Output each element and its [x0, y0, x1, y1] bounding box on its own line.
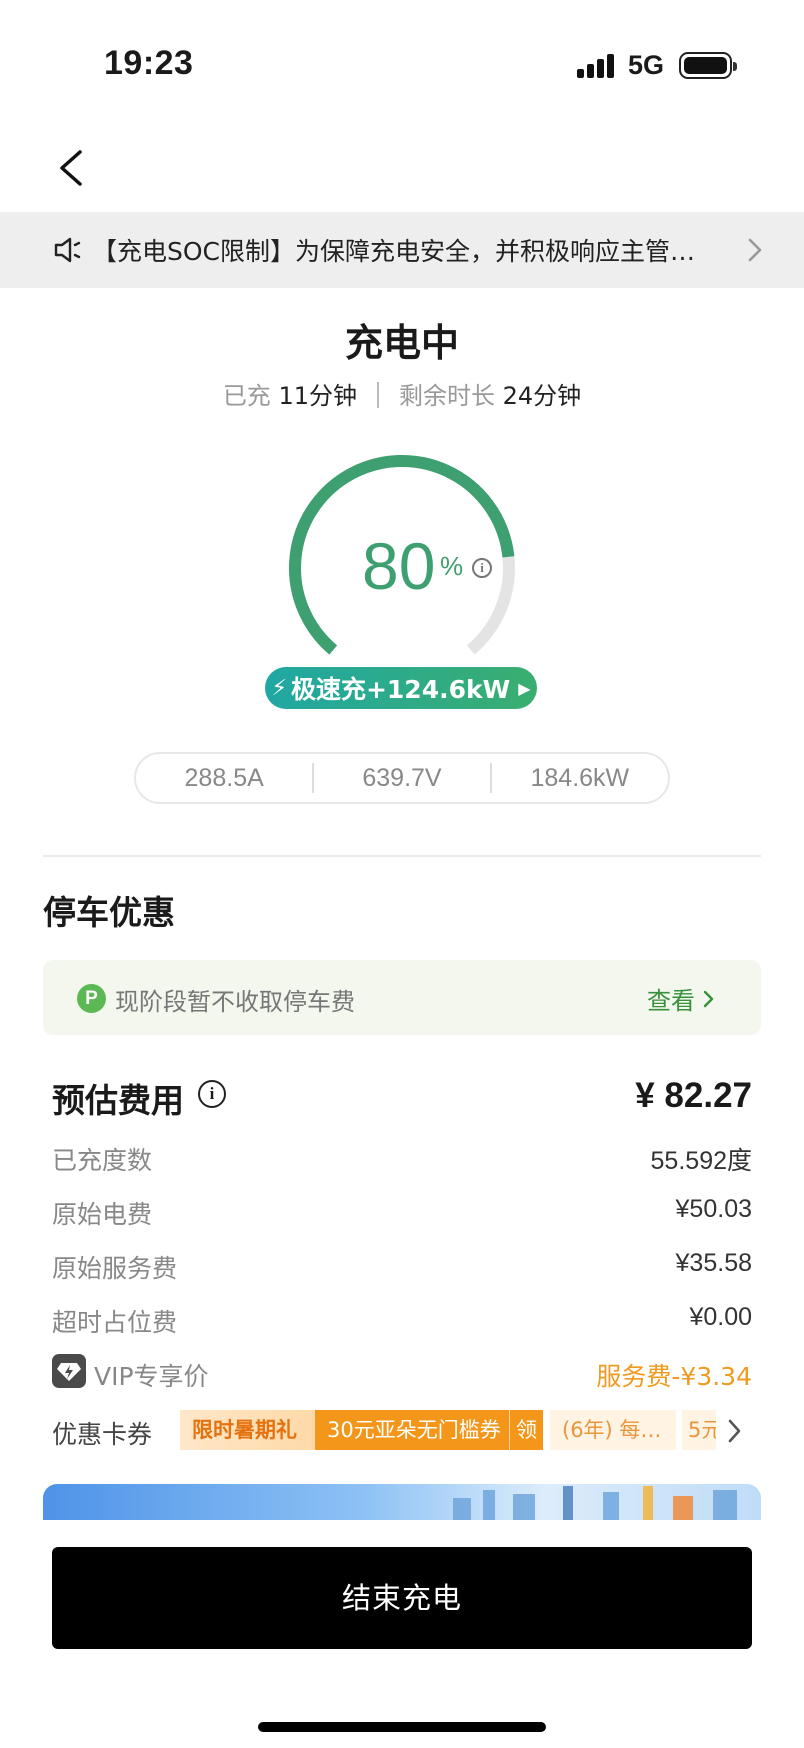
fee-label: 原始服务费 [52, 1254, 178, 1283]
notice-text: 【充电SOC限制】为保障充电安全，并积极响应主管… [92, 237, 696, 266]
fee-value: ¥35.58 [675, 1249, 752, 1277]
coupon-strip[interactable]: 限时暑期礼 30元亚朵无门槛券 领 (6年) 每… 5元 [180, 1410, 716, 1450]
chevron-right-icon [748, 238, 762, 262]
chevron-right-icon [703, 990, 714, 1008]
vip-value: 服务费-¥3.34 [596, 1362, 752, 1391]
fee-row: 原始服务费 ¥35.58 [52, 1249, 752, 1289]
fee-total: ¥ 82.27 [635, 1076, 752, 1115]
fee-label: 原始电费 [52, 1200, 153, 1229]
back-button[interactable] [50, 140, 94, 196]
parking-info-box: P 现阶段暂不收取停车费 查看 [43, 960, 761, 1035]
fee-row: 超时占位费 ¥0.00 [52, 1303, 752, 1343]
home-indicator [258, 1722, 546, 1732]
bolt-icon: ⚡ [271, 675, 287, 701]
claim-coupon-button[interactable]: 领 [509, 1410, 543, 1450]
parking-message: 现阶段暂不收取停车费 [115, 988, 355, 1016]
remaining-value: 24分钟 [502, 382, 582, 410]
info-icon[interactable]: i [472, 558, 492, 578]
promo-banner[interactable] [43, 1484, 761, 1520]
vip-label: VIP专享价 [94, 1362, 209, 1391]
fast-charge-badge[interactable]: ⚡ 极速充+124.6kW ▶ [265, 667, 537, 709]
fee-row: 原始电费 ¥50.03 [52, 1195, 752, 1235]
fee-label: 已充度数 [52, 1146, 153, 1175]
charging-time-info: 已充 11分钟 剩余时长 24分钟 [0, 376, 804, 412]
current-reading: 288.5A [184, 763, 264, 792]
charging-status: 充电中 [344, 321, 459, 365]
fee-value: ¥0.00 [689, 1303, 752, 1331]
parking-icon: P [77, 984, 106, 1013]
end-charging-button[interactable]: 结束充电 [52, 1547, 752, 1649]
elapsed-value: 11分钟 [278, 382, 357, 410]
coupon-tag[interactable]: (6年) 每… [550, 1410, 676, 1450]
fee-title: 预估费用 [52, 1081, 184, 1120]
chevron-right-icon[interactable] [726, 1416, 744, 1446]
chevron-left-icon [60, 150, 82, 186]
fee-row: 已充度数 55.592度 [52, 1141, 752, 1181]
vip-price-row: VIP专享价 服务费-¥3.34 [52, 1354, 752, 1397]
speaker-icon [54, 237, 81, 263]
percent-unit: % [440, 551, 464, 581]
parking-title: 停车优惠 [43, 893, 175, 932]
charge-percent: 80 [362, 529, 436, 603]
battery-icon [679, 52, 737, 79]
parking-view-link[interactable]: 查看 [647, 981, 715, 1016]
charging-readings: 288.5A 639.7V 184.6kW [134, 752, 670, 804]
coupon-label: 优惠卡券 [52, 1420, 153, 1449]
play-icon: ▶ [518, 678, 531, 698]
fee-info-icon[interactable]: i [198, 1080, 226, 1108]
coupon-tag[interactable]: 30元亚朵无门槛券 [315, 1410, 509, 1450]
fee-value: ¥50.03 [675, 1195, 752, 1223]
fast-charge-label: 极速充+124.6kW [290, 675, 511, 704]
signal-icon [577, 52, 617, 78]
fee-value: 55.592度 [650, 1147, 752, 1175]
section-divider [43, 855, 761, 857]
voltage-reading: 639.7V [362, 763, 442, 792]
coupon-tag[interactable]: 5元 [682, 1410, 716, 1450]
fee-label: 超时占位费 [52, 1308, 178, 1337]
remaining-label: 剩余时长 [399, 382, 495, 410]
power-reading: 184.6kW [530, 763, 630, 792]
status-time: 19:23 [104, 44, 194, 82]
network-type: 5G [628, 50, 665, 80]
coupon-tag[interactable]: 限时暑期礼 [180, 1410, 315, 1450]
vip-diamond-icon [52, 1354, 86, 1388]
parking-view-label: 查看 [647, 987, 695, 1015]
status-bar: 19:23 5G [0, 0, 804, 120]
notice-bar[interactable]: 【充电SOC限制】为保障充电安全，并积极响应主管… [0, 212, 804, 288]
elapsed-label: 已充 [222, 382, 271, 410]
divider [377, 382, 379, 408]
